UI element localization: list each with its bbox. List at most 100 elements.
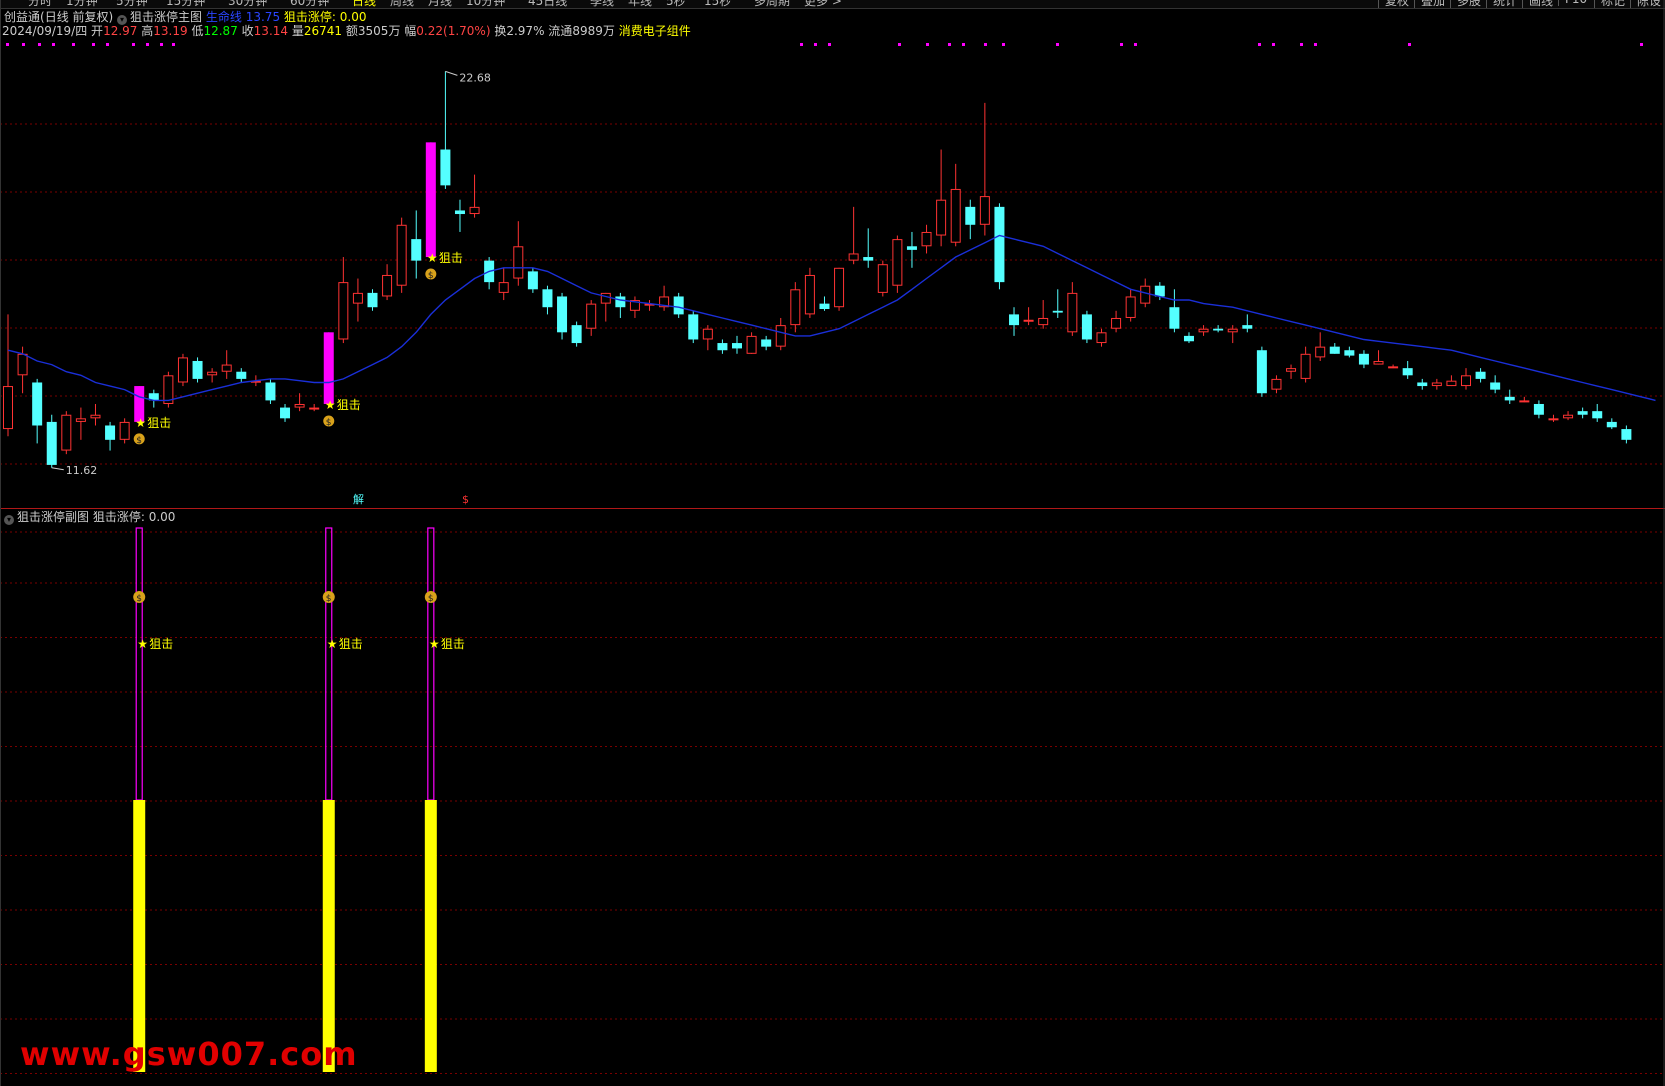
candle-body [367, 292, 378, 308]
candle-body [717, 343, 728, 351]
marker-dot [92, 43, 95, 46]
candle-body [863, 257, 874, 261]
candle-body [542, 289, 553, 308]
candle-body [1154, 285, 1165, 297]
candle-body [950, 188, 961, 243]
signal-star: ★ [427, 251, 438, 265]
signal-label: 狙击 [439, 251, 463, 265]
marker-dot [800, 43, 803, 46]
money-bag-symbol: $ [326, 418, 332, 428]
candle-body [732, 343, 742, 349]
candle-body [1096, 332, 1107, 344]
candle-body [1052, 310, 1063, 313]
candle-body [965, 206, 976, 225]
signal-label: 狙击 [339, 637, 363, 651]
sub-volume-bar [133, 800, 146, 1072]
candle-body [819, 303, 830, 310]
candle-body [892, 239, 903, 286]
candle-body [1140, 285, 1151, 304]
sub-line-bar [427, 527, 435, 801]
min-price-label: 11.62 [66, 464, 98, 477]
candle-body [411, 239, 422, 261]
watermark: www.gsw007.com [20, 1035, 358, 1073]
candle-body [1213, 328, 1224, 331]
candle-body [221, 364, 232, 372]
candle-body [1533, 403, 1544, 415]
marker-dot [1120, 43, 1123, 46]
candle-body [1125, 296, 1136, 318]
candle-body [1461, 375, 1471, 387]
candle-body [513, 246, 524, 279]
candle-body [746, 335, 757, 354]
candle-body [921, 231, 932, 247]
marker-dot [962, 43, 965, 46]
candle-body [382, 274, 393, 297]
signal-star: ★ [429, 637, 440, 651]
candle-body [1023, 319, 1034, 322]
kline-chart[interactable]: 22.6811.62★ 狙击$★ 狙击$★ 狙击$解 $$★ 狙击$★ 狙击$★ 狙击 [0, 0, 1665, 1086]
candle-body [323, 332, 334, 404]
candle-body [1271, 378, 1282, 390]
candle-body [1038, 317, 1049, 326]
signal-star: ★ [137, 637, 148, 651]
marker-dot [1272, 43, 1275, 46]
sub-volume-bar [424, 800, 437, 1072]
candle-body [498, 282, 509, 293]
candle-body [32, 382, 43, 426]
max-price-label: 22.68 [459, 71, 491, 84]
marker-dot [828, 43, 831, 46]
candle-body [877, 264, 888, 293]
candle-body [265, 382, 276, 401]
candle-body [1373, 360, 1384, 365]
marker-dot [172, 43, 175, 46]
signal-star: ★ [327, 637, 338, 651]
marker-dot [38, 43, 41, 46]
candle-body [1490, 382, 1501, 390]
money-bag-symbol: $ [136, 436, 142, 446]
candle-body [177, 357, 188, 383]
marker-dot [22, 43, 25, 46]
candle-body [1315, 346, 1326, 358]
candle-body [1329, 346, 1340, 354]
candle-body [1344, 350, 1355, 356]
marker-dot [948, 43, 951, 46]
candle-body [1242, 325, 1253, 329]
candle-body [673, 296, 684, 315]
candle-body [1067, 292, 1078, 333]
candle-body [1183, 335, 1194, 342]
candle-body [396, 224, 407, 286]
candle-body [17, 353, 28, 376]
candle-body [105, 425, 116, 440]
marker-dot [984, 43, 987, 46]
candle-body [1227, 328, 1238, 333]
marker-dot [1640, 43, 1643, 46]
candle-body [1475, 371, 1486, 379]
marker-dot [898, 43, 901, 46]
candle-body [775, 325, 786, 347]
marker-dot [1134, 43, 1137, 46]
marker-dot [1056, 43, 1059, 46]
candle-body [979, 196, 990, 225]
candle-body [834, 267, 845, 308]
candle-body [1548, 418, 1559, 421]
marker-dot [814, 43, 817, 46]
money-bag-symbol: $ [428, 594, 434, 604]
candle-body [236, 371, 247, 379]
sub-volume-bar [322, 800, 335, 1072]
dollar-marker: $ [462, 493, 469, 506]
candle-body [615, 296, 626, 308]
candle-body [192, 360, 203, 379]
signal-label: 狙击 [149, 637, 173, 651]
candle-body [804, 274, 815, 315]
candle-body [1198, 328, 1209, 333]
candle-body [1388, 366, 1399, 369]
candle-body [75, 418, 86, 422]
candle-body [1402, 368, 1413, 376]
candle-body [1169, 307, 1180, 329]
candle-body [586, 303, 597, 329]
candle-body [1592, 411, 1603, 419]
candle-body [1431, 382, 1442, 387]
marker-dot [1300, 43, 1303, 46]
candle-body [906, 246, 917, 250]
candle-body [1286, 368, 1297, 372]
